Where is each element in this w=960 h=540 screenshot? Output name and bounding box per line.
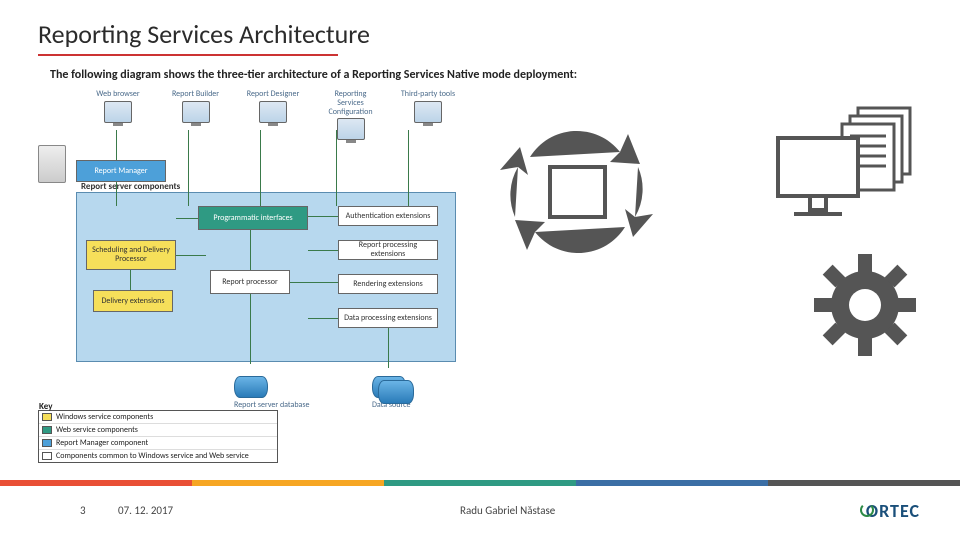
page-number: 3	[80, 504, 86, 517]
box-report-processor: Report processor	[210, 270, 290, 294]
client-report-builder: Report Builder	[166, 90, 226, 150]
client-rs-config: Reporting Services Configuration	[321, 90, 381, 150]
cycle-arrows-icon	[470, 112, 680, 272]
gear-icon	[810, 250, 920, 360]
box-report-proc-ext: Report processing extensions	[338, 240, 438, 260]
server-icon	[38, 145, 66, 183]
data-source-icon: Data source	[372, 376, 406, 404]
box-delivery-ext: Delivery extensions	[93, 290, 173, 312]
box-rendering-ext: Rendering extensions	[338, 274, 438, 294]
title-underline	[38, 54, 338, 56]
key-row: Windows service components	[39, 411, 277, 424]
report-server-db-icon: Report server database	[234, 376, 268, 404]
box-programmatic-interfaces: Programmatic interfaces	[198, 206, 308, 230]
ortec-logo: ORTEC	[857, 500, 920, 522]
slide-footer: 3 07. 12. 2017 Radu Gabriel Năstase ORTE…	[0, 500, 960, 530]
client-report-designer: Report Designer	[243, 90, 303, 150]
slide-subtitle: The following diagram shows the three-ti…	[50, 68, 577, 82]
box-auth-ext: Authentication extensions	[338, 206, 438, 226]
author-name: Radu Gabriel Năstase	[460, 504, 555, 517]
client-tier: Web browser Report Builder Report Design…	[88, 90, 458, 150]
box-data-proc-ext: Data processing extensions	[338, 308, 438, 328]
monitor-docs-icon	[770, 100, 930, 230]
legend-key: Key Windows service components Web servi…	[38, 410, 278, 463]
client-web-browser: Web browser	[88, 90, 148, 150]
box-report-manager: Report Manager	[76, 160, 166, 182]
slide-title: Reporting Services Architecture	[38, 18, 370, 50]
key-row: Web service components	[39, 424, 277, 437]
slide-date: 07. 12. 2017	[118, 504, 173, 517]
key-title: Key	[39, 401, 52, 412]
key-row: Report Manager component	[39, 437, 277, 450]
key-row: Components common to Windows service and…	[39, 450, 277, 462]
color-band	[0, 480, 960, 486]
client-third-party: Third-party tools	[398, 90, 458, 150]
box-scheduling-delivery: Scheduling and Delivery Processor	[86, 240, 176, 270]
panel-title: Report server components	[81, 181, 180, 192]
